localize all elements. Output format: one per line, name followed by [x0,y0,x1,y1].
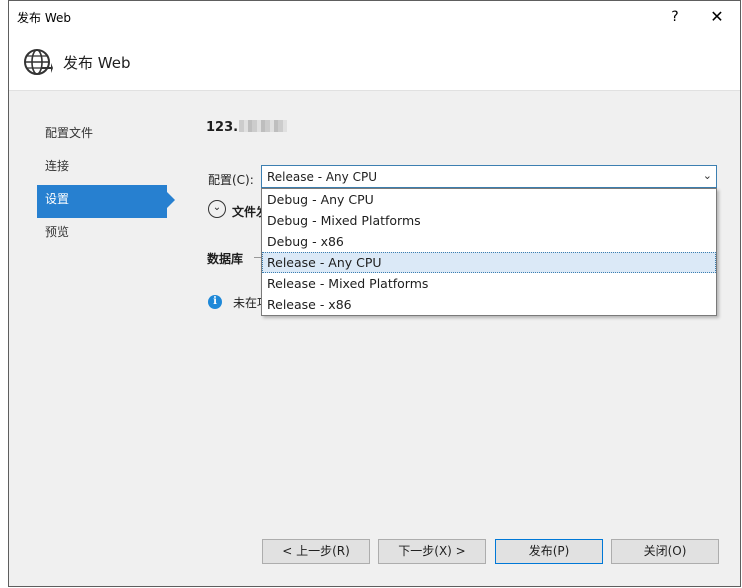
dropdown-option-selected[interactable]: Release - Any CPU [262,252,716,273]
header-title: 发布 Web [63,54,131,72]
nav-item-preview[interactable]: 预览 [37,218,177,251]
redacted-blur [239,120,288,132]
database-section-label: 数据库 [207,252,244,266]
title-bar: 发布 Web ? ✕ [9,1,740,32]
nav-item-connection[interactable]: 连接 [37,152,177,185]
configuration-dropdown-list: Debug - Any CPU Debug - Mixed Platforms … [261,188,717,316]
info-icon: i [208,295,222,309]
nav-item-label: 连接 [45,159,70,173]
publish-web-dialog: 发布 Web ? ✕ 发布 Web 配置文件 连接 设置 预览 123. 配置(… [8,0,741,587]
nav-item-label: 预览 [45,225,70,239]
configuration-selected-value: Release - Any CPU [267,170,377,184]
nav-item-settings[interactable]: 设置 [37,185,175,218]
window-title: 发布 Web [17,11,71,25]
close-button[interactable]: 关闭(O) [611,539,719,564]
next-button[interactable]: 下一步(X) > [378,539,486,564]
dropdown-option[interactable]: Release - Mixed Platforms [262,273,716,294]
nav-item-profile[interactable]: 配置文件 [37,119,177,152]
header-band: 发布 Web [9,32,740,91]
close-icon[interactable]: ✕ [706,6,728,28]
publish-button[interactable]: 发布(P) [495,539,603,564]
nav-item-label: 配置文件 [45,126,94,140]
previous-button[interactable]: < 上一步(R) [262,539,370,564]
configuration-select[interactable]: Release - Any CPU ⌄ [261,165,717,188]
help-button[interactable]: ? [664,6,686,28]
nav-item-label: 设置 [45,192,70,206]
chevron-down-icon[interactable]: ⌄ [703,169,712,182]
dropdown-option[interactable]: Debug - x86 [262,231,716,252]
profile-name-text: 123. [206,120,239,135]
expand-chevron-icon[interactable]: ⌄ [208,200,226,218]
wizard-nav: 配置文件 连接 设置 预览 [37,119,177,251]
profile-name: 123. [206,120,288,135]
globe-publish-icon [24,49,53,75]
dropdown-option[interactable]: Release - x86 [262,294,716,315]
dropdown-option[interactable]: Debug - Mixed Platforms [262,210,716,231]
dropdown-option[interactable]: Debug - Any CPU [262,189,716,210]
configuration-label: 配置(C): [208,173,254,187]
